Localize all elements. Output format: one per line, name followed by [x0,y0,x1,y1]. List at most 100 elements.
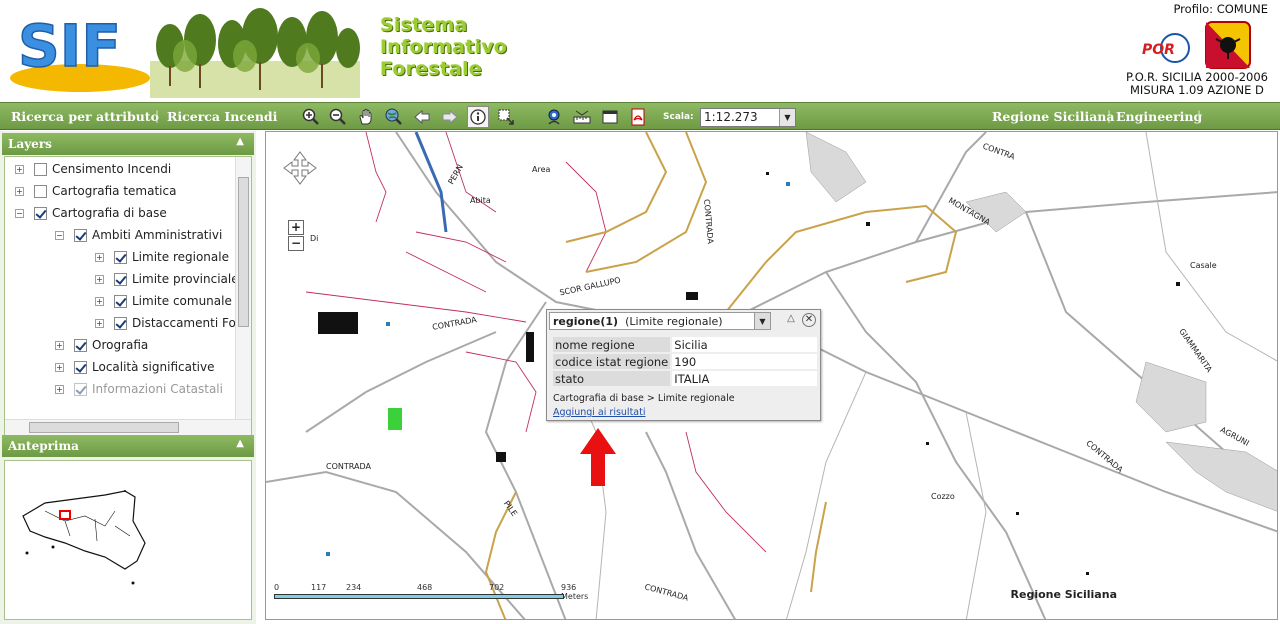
layer-checkbox[interactable] [114,250,127,264]
scale-tick: 936 Meters [561,583,589,601]
scrollbar-thumb[interactable] [29,422,179,433]
layer-checkbox[interactable] [74,360,87,374]
feature-select-dropdown[interactable]: regione(1) (Limite regionale) ▼ [549,312,771,330]
layer-item-orografia[interactable]: + Orografia [55,335,148,355]
scale-tick: 702 [489,583,505,592]
expand-icon[interactable]: + [95,252,104,262]
layer-item-limite-provinciale[interactable]: + Limite provinciale [95,269,239,289]
preview-panel-header[interactable]: Anteprima ▲ [2,435,254,457]
layers-vertical-scrollbar[interactable] [235,157,251,419]
expand-icon[interactable]: + [95,296,104,306]
layer-item-cartografia-tematica[interactable]: + Cartografia tematica [15,181,176,201]
pan-control[interactable] [282,150,318,186]
scale-bar-segment [274,594,564,599]
site-title-line: Forestale [380,58,482,80]
attribute-key: codice istat regione [553,354,671,369]
overview-map[interactable] [4,460,252,620]
header: SIF Sistema Informativo Forestale Profil… [0,0,1280,102]
layer-checkbox[interactable] [34,162,47,176]
pan-hand-icon[interactable] [355,106,377,128]
expand-icon[interactable]: + [95,274,104,284]
collapse-node-icon[interactable]: − [55,230,64,240]
layers-panel-title: Layers [8,137,52,151]
layers-panel-header[interactable]: Layers ▲ [2,133,254,155]
layer-item-localita-significative[interactable]: + Località significative [55,357,214,377]
map-label: Di [310,234,319,243]
institution-logos: POR [1142,21,1251,69]
sif-logo-text: SIF [18,12,121,80]
preview-panel-title: Anteprima [8,439,79,453]
select-area-icon[interactable] [495,106,517,128]
layer-checkbox[interactable] [34,206,47,220]
expand-icon[interactable]: + [15,164,24,174]
feature-select-label: regione(1) [553,315,619,328]
zoom-out-icon[interactable] [327,106,349,128]
window-icon[interactable] [599,106,621,128]
layer-checkbox[interactable] [74,338,87,352]
map-zoom-in-button[interactable]: + [288,220,304,235]
expand-icon[interactable]: + [55,362,64,372]
back-arrow-icon[interactable] [411,106,433,128]
layer-item-cartografia-di-base[interactable]: − Cartografia di base [15,203,167,223]
layer-label: Cartografia di base [52,206,167,220]
layers-horizontal-scrollbar[interactable] [5,419,251,435]
zoom-globe-icon[interactable] [383,106,405,128]
regione-siciliana-link[interactable]: Regione Siciliana [992,109,1114,124]
left-sidebar: Layers ▲ + Censimento Incendi + Cartogra… [0,131,256,624]
zoom-in-icon[interactable] [300,106,322,128]
map-label: Abita [470,196,491,205]
layer-checkbox[interactable] [114,316,127,330]
search-fires-link[interactable]: Ricerca Incendi [167,109,277,124]
pdf-icon[interactable] [627,106,649,128]
scrollbar-thumb[interactable] [238,177,249,327]
minimize-icon[interactable]: △ [784,313,798,327]
layer-item-limite-comunale[interactable]: + Limite comunale [95,291,232,311]
sicily-outline-image [22,490,146,585]
info-icon[interactable] [467,106,489,128]
table-row: codice istat regione 190 [553,354,817,369]
layer-checkbox[interactable] [74,382,87,396]
layer-checkbox[interactable] [114,294,127,308]
toolbar-separator: | [1107,109,1112,123]
scale-tick: 117 [311,583,327,592]
scale-dropdown[interactable]: 1:12.273 ▼ [700,108,796,127]
chevron-down-icon[interactable]: ▼ [779,109,795,126]
forward-arrow-icon[interactable] [439,106,461,128]
expand-icon[interactable]: + [55,384,64,394]
close-icon[interactable]: ✕ [802,313,816,327]
main-toolbar: Ricerca per attributo | Ricerca Incendi … [0,102,1280,130]
layer-checkbox[interactable] [34,184,47,198]
map-label: CONTRADA [326,462,371,471]
collapse-icon[interactable]: ▲ [236,438,244,449]
sif-logo: SIF [10,11,150,92]
map-zoom-out-button[interactable]: − [288,236,304,251]
search-by-attribute-link[interactable]: Ricerca per attributo [11,109,159,124]
map-label: Cozzo [931,492,955,501]
expand-icon[interactable]: + [55,340,64,350]
scale-bar: 0 117 234 468 702 936 Meters [274,583,588,605]
expand-icon[interactable]: + [95,318,104,328]
expand-icon[interactable]: + [15,186,24,196]
layer-item-informazioni-catastali[interactable]: + Informazioni Catastali [55,379,223,399]
engineering-link[interactable]: Engineering [1116,109,1202,124]
toolbar-separator: | [1197,109,1202,123]
layer-item-ambiti-amministrativi[interactable]: − Ambiti Amministrativi [55,225,222,245]
chevron-down-icon[interactable]: ▼ [754,313,770,329]
site-title-line: Sistema [380,14,468,36]
layer-checkbox[interactable] [74,228,87,242]
locate-pin-icon[interactable] [543,106,565,128]
collapse-icon[interactable]: ▲ [236,136,244,147]
layer-item-limite-regionale[interactable]: + Limite regionale [95,247,229,267]
measure-ruler-icon[interactable] [571,106,593,128]
layer-label: Informazioni Catastali [92,382,223,396]
layer-item-distaccamenti[interactable]: + Distaccamenti For [95,313,241,333]
scale-tick: 468 [417,583,433,592]
layer-label: Limite comunale [132,294,232,308]
layer-checkbox[interactable] [114,272,127,286]
add-to-results-link[interactable]: Aggiungi ai risultati [553,407,645,418]
layer-label: Orografia [92,338,149,352]
collapse-node-icon[interactable]: − [15,208,24,218]
table-row: stato ITALIA [553,371,817,386]
layer-item-censimento-incendi[interactable]: + Censimento Incendi [15,159,171,179]
scale-value: 1:12.273 [704,110,758,124]
